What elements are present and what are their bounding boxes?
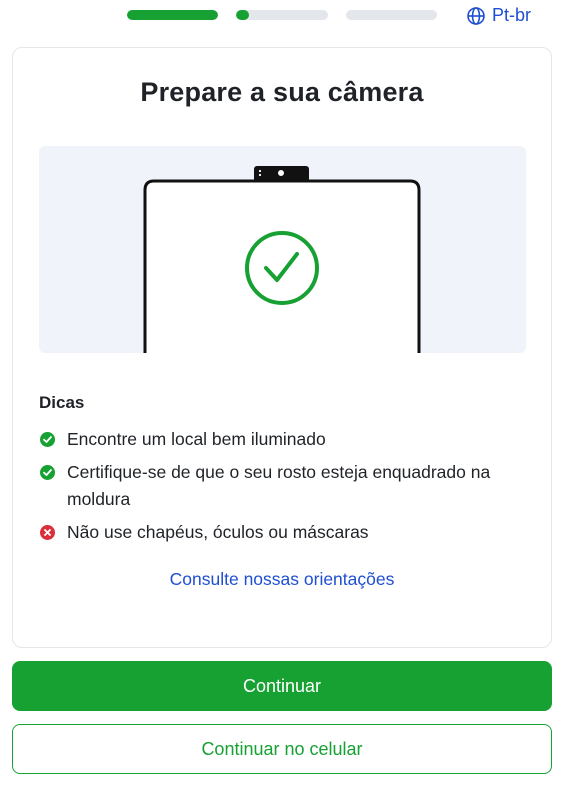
continue-on-mobile-button[interactable]: Continuar no celular bbox=[12, 724, 552, 774]
page-title: Prepare a sua câmera bbox=[140, 77, 424, 107]
tip-text: Certifique-se de que o seu rosto esteja … bbox=[67, 462, 491, 509]
check-circle-icon bbox=[40, 465, 55, 480]
check-circle-icon bbox=[40, 432, 55, 447]
continue-button[interactable]: Continuar bbox=[12, 661, 552, 711]
camera-prep-card: Prepare a sua câmera Dicas Encontre um l… bbox=[12, 47, 552, 648]
phone-illustration bbox=[39, 146, 526, 353]
tip-item: Certifique-se de que o seu rosto esteja … bbox=[39, 459, 529, 513]
tips-list: Encontre um local bem iluminado Certifiq… bbox=[39, 426, 529, 552]
globe-icon bbox=[467, 6, 485, 25]
progress-step-2-fill bbox=[236, 10, 249, 20]
tip-item: Encontre um local bem iluminado bbox=[39, 426, 529, 453]
guidelines-link[interactable]: Consulte nossas orientações bbox=[13, 569, 551, 590]
tip-text: Encontre um local bem iluminado bbox=[67, 429, 326, 449]
progress-step-2 bbox=[236, 10, 328, 20]
phone-camera-illustration bbox=[143, 166, 421, 353]
progress-step-1 bbox=[127, 10, 218, 20]
x-circle-icon bbox=[40, 525, 55, 540]
tip-text: Não use chapéus, óculos ou máscaras bbox=[67, 522, 369, 542]
language-selector[interactable]: Pt-br bbox=[466, 5, 531, 26]
tip-item: Não use chapéus, óculos ou máscaras bbox=[39, 519, 529, 546]
language-label: Pt-br bbox=[492, 5, 532, 25]
progress-step-3 bbox=[346, 10, 437, 20]
tips-heading: Dicas bbox=[39, 393, 85, 412]
progress-step-1-fill bbox=[127, 10, 218, 20]
